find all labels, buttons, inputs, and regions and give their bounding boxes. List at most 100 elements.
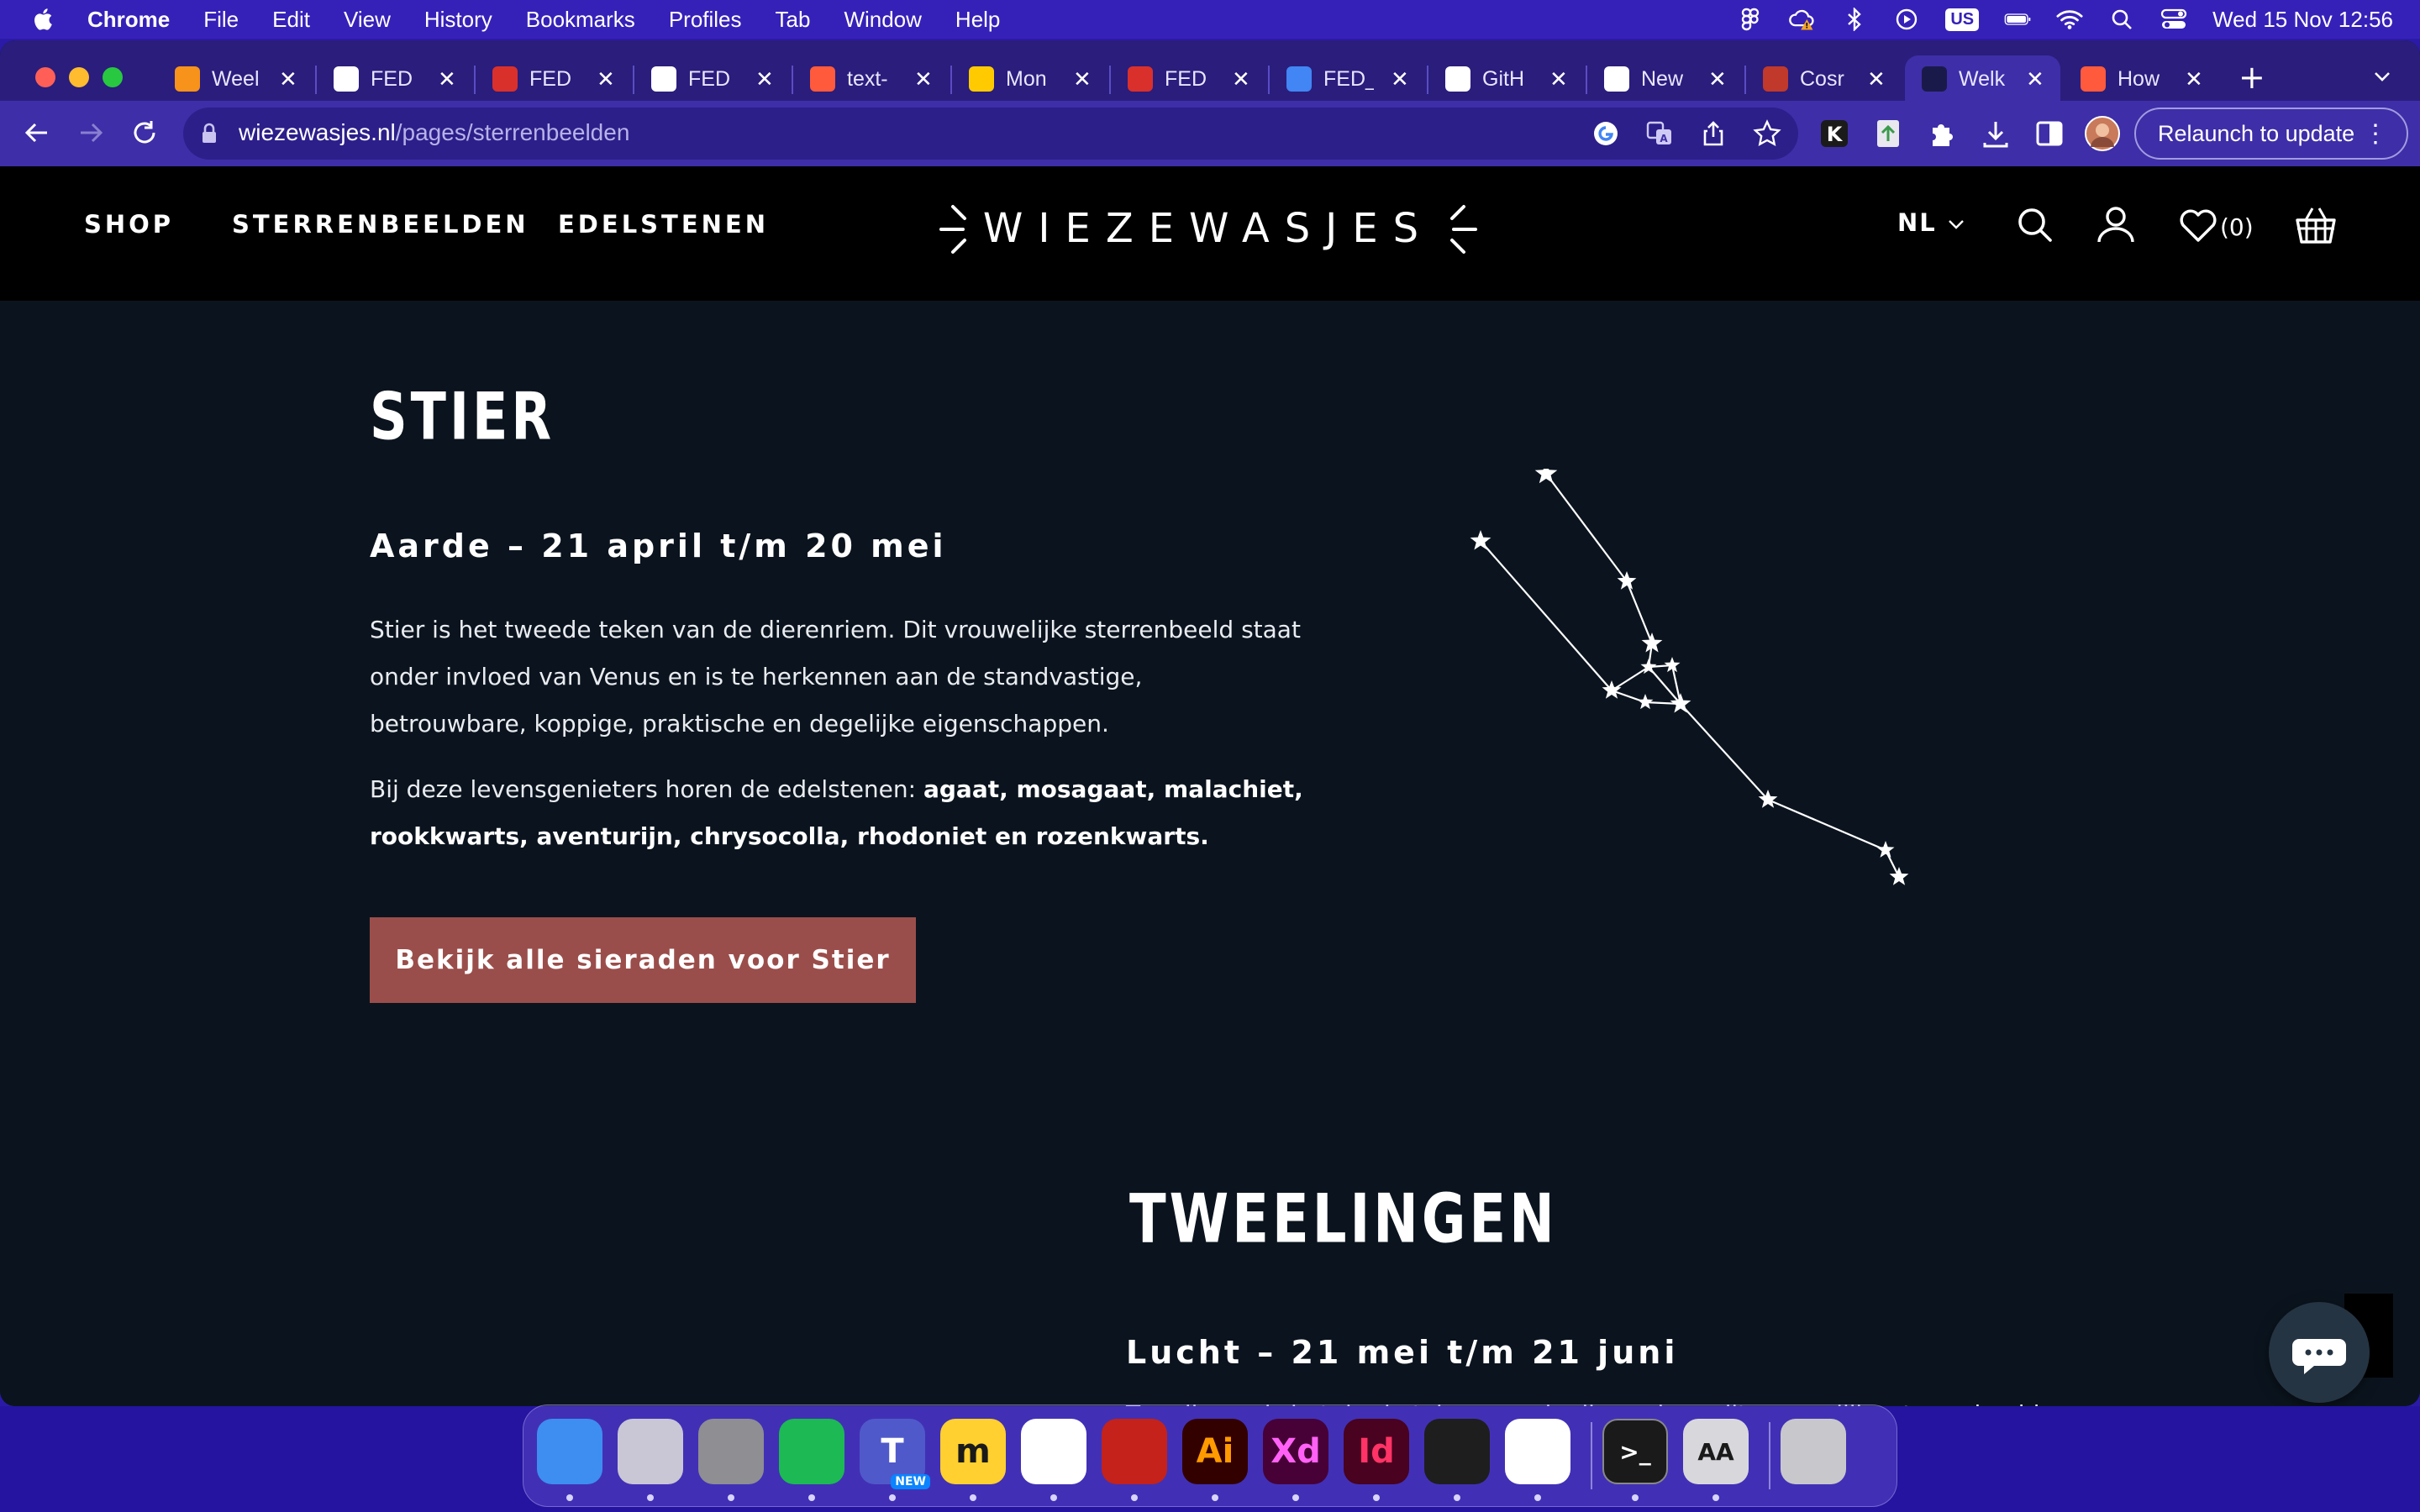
chrome-icon[interactable] [1021, 1419, 1086, 1484]
window-minimize-button[interactable] [69, 67, 89, 87]
url-text[interactable]: wiezewasjes.nl/pages/sterrenbeelden [239, 119, 629, 146]
window-zoom-button[interactable] [103, 67, 123, 87]
browser-tab[interactable]: New ✕ [1587, 55, 1743, 102]
relaunch-to-update-button[interactable]: Relaunch to update ⋮ [2134, 108, 2408, 160]
browser-tab[interactable]: GitH ✕ [1428, 55, 1584, 102]
menu-window[interactable]: Window [844, 7, 921, 33]
browser-tab[interactable]: FED ✕ [634, 55, 790, 102]
profile-avatar-icon[interactable] [2084, 115, 2121, 152]
browser-tab[interactable]: FED_ ✕ [1270, 55, 1425, 102]
tab-close-icon[interactable]: ✕ [279, 66, 297, 92]
browser-tab[interactable]: FED ✕ [317, 55, 472, 102]
tab-close-icon[interactable]: ✕ [1232, 66, 1250, 92]
menu-profiles[interactable]: Profiles [669, 7, 742, 33]
shopping-basket-icon[interactable] [2292, 203, 2339, 247]
tab-separator [792, 66, 793, 94]
illustrator-icon[interactable]: Ai [1182, 1419, 1248, 1484]
tab-close-icon[interactable]: ✕ [1708, 66, 1727, 92]
tab-close-icon[interactable]: ✕ [438, 66, 456, 92]
browser-tab[interactable]: Welk ✕ [1905, 55, 2060, 102]
xd-icon[interactable]: Xd [1263, 1419, 1328, 1484]
translate-icon[interactable]: A [1645, 119, 1674, 148]
extensions-puzzle-icon[interactable] [1926, 118, 1958, 150]
tab-close-icon[interactable]: ✕ [914, 66, 933, 92]
tab-close-icon[interactable]: ✕ [1073, 66, 1092, 92]
battery-icon[interactable] [2004, 7, 2031, 32]
menu-view[interactable]: View [344, 7, 391, 33]
finder-icon[interactable] [537, 1419, 602, 1484]
language-selector[interactable]: NL [1897, 208, 1965, 237]
tab-close-icon[interactable]: ✕ [1867, 66, 1886, 92]
menubar-clock[interactable]: Wed 15 Nov 12:56 [2212, 7, 2393, 33]
browser-tab[interactable]: FED ✕ [1111, 55, 1266, 102]
lock-icon[interactable] [200, 123, 218, 144]
nav-sterrenbeelden-link[interactable]: STERRENBEELDEN [232, 210, 529, 239]
menu-tab[interactable]: Tab [776, 7, 811, 33]
tab-close-icon[interactable]: ✕ [2185, 66, 2203, 92]
browser-tab[interactable]: Cosr ✕ [1746, 55, 1902, 102]
nav-edelstenen-link[interactable]: EDELSTENEN [558, 210, 769, 239]
chat-widget-button[interactable] [2269, 1302, 2370, 1403]
menu-edit[interactable]: Edit [272, 7, 310, 33]
stier-description-line: Stier is het tweede teken van de dierenr… [370, 616, 1301, 643]
share-icon[interactable] [1699, 119, 1728, 148]
menu-file[interactable]: File [203, 7, 239, 33]
media-play-icon[interactable] [1893, 7, 1920, 32]
reload-icon[interactable] [128, 116, 161, 150]
tab-close-icon[interactable]: ✕ [1549, 66, 1568, 92]
nav-shop-link[interactable]: SHOP [84, 210, 174, 239]
terminal-icon[interactable]: >_ [1602, 1419, 1668, 1484]
extension-k-icon[interactable]: K [1818, 118, 1850, 150]
trash-icon[interactable] [1781, 1419, 1846, 1484]
extension-upload-icon[interactable] [1872, 118, 1904, 150]
menu-history[interactable]: History [424, 7, 492, 33]
launchpad-icon[interactable] [618, 1419, 683, 1484]
menu-help[interactable]: Help [955, 7, 1000, 33]
site-logo[interactable]: WIEZEWASJES [934, 192, 1482, 267]
bookmark-star-icon[interactable] [1753, 119, 1781, 148]
apple-logo-icon[interactable] [32, 7, 57, 32]
control-center-icon[interactable] [2160, 7, 2187, 32]
search-icon[interactable] [2013, 203, 2057, 247]
teams-icon[interactable]: T NEW [860, 1419, 930, 1489]
address-bar[interactable]: wiezewasjes.nl/pages/sterrenbeelden A [183, 108, 1798, 160]
creative-cloud-icon[interactable]: ! [1789, 7, 1816, 32]
tab-close-icon[interactable]: ✕ [755, 66, 774, 92]
tab-close-icon[interactable]: ✕ [597, 66, 615, 92]
input-source-badge[interactable]: US [1945, 8, 1980, 31]
browser-tab[interactable]: FED ✕ [476, 55, 631, 102]
downloads-icon[interactable] [1980, 118, 2012, 150]
font-book-icon[interactable]: AA [1683, 1419, 1749, 1484]
wishlist-heart-icon[interactable] [2176, 203, 2220, 247]
wishlist-count[interactable]: (0) [2220, 213, 2254, 241]
miro-icon[interactable]: m [940, 1419, 1006, 1484]
google-lens-icon[interactable] [1591, 119, 1620, 148]
spotify-icon[interactable] [779, 1419, 844, 1484]
menu-bookmarks[interactable]: Bookmarks [526, 7, 635, 33]
tab-close-icon[interactable]: ✕ [1391, 66, 1409, 92]
menu-app-name[interactable]: Chrome [87, 7, 170, 33]
spotlight-search-icon[interactable] [2108, 7, 2135, 32]
figma-status-icon[interactable] [1737, 7, 1764, 32]
bluetooth-icon[interactable] [1841, 7, 1868, 32]
view-stier-jewelry-button[interactable]: Bekijk alle sieraden voor Stier [370, 917, 916, 1003]
figma-icon[interactable] [1424, 1419, 1490, 1484]
window-close-button[interactable] [35, 67, 55, 87]
browser-tab[interactable]: Weel ✕ [158, 55, 313, 102]
kebab-menu-icon[interactable]: ⋮ [2363, 119, 2388, 149]
back-arrow-icon[interactable] [20, 116, 54, 150]
tab-close-icon[interactable]: ✕ [2026, 66, 2044, 92]
side-panel-icon[interactable] [2033, 118, 2065, 150]
acrobat-icon[interactable] [1102, 1419, 1167, 1484]
system-settings-icon[interactable] [698, 1419, 764, 1484]
indesign-icon[interactable]: Id [1344, 1419, 1409, 1484]
tab-search-chevron-icon[interactable] [2370, 64, 2395, 89]
wifi-icon[interactable] [2056, 7, 2083, 32]
vscode-icon[interactable] [1505, 1419, 1570, 1484]
browser-tab[interactable]: How ✕ [2064, 55, 2219, 102]
account-icon[interactable] [2094, 203, 2138, 247]
new-tab-plus-icon[interactable]: + [2238, 59, 2265, 96]
browser-tab[interactable]: text- ✕ [793, 55, 949, 102]
browser-tab[interactable]: Mon ✕ [952, 55, 1107, 102]
forward-arrow-icon[interactable] [74, 116, 108, 150]
